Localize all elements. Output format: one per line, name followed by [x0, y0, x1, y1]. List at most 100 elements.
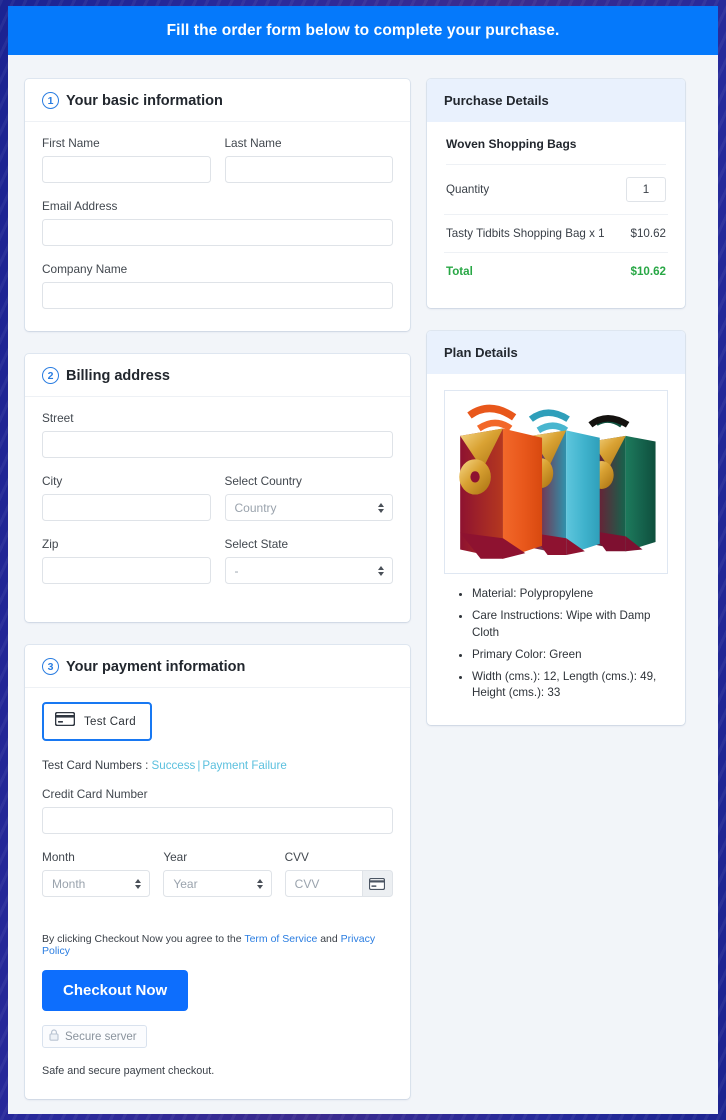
page-body: 1 Your basic information First Name Last… — [8, 55, 718, 1114]
billing-address-header: 2 Billing address — [25, 354, 410, 397]
zip-state-row: Zip Select State - — [42, 537, 393, 600]
year-label: Year — [163, 850, 188, 864]
year-select-wrap: Year — [163, 870, 272, 897]
test-card-failure-link[interactable]: Payment Failure — [202, 759, 286, 772]
product-image — [449, 395, 663, 565]
zip-field-group: Zip — [42, 537, 211, 584]
terms-text: By clicking Checkout Now you agree to th… — [42, 933, 393, 957]
banner-text: Fill the order form below to complete yo… — [166, 21, 560, 39]
zip-label: Zip — [42, 537, 59, 551]
line-item-amount: $10.62 — [630, 227, 666, 240]
state-label: Select State — [224, 537, 289, 551]
quantity-row: Quantity — [444, 165, 668, 215]
first-name-field-group: First Name — [42, 136, 211, 183]
purchase-details-body: Woven Shopping Bags Quantity Tasty Tidbi… — [427, 122, 685, 308]
test-card-success-link[interactable]: Success — [152, 759, 196, 772]
cvv-card-icon — [362, 870, 393, 897]
page-banner: Fill the order form below to complete yo… — [8, 6, 718, 55]
cvv-input-group — [284, 870, 393, 897]
plan-specs-list: Material: Polypropylene Care Instruction… — [444, 586, 668, 702]
country-label: Select Country — [224, 474, 302, 488]
form-column: 1 Your basic information First Name Last… — [25, 79, 410, 1114]
email-input[interactable] — [42, 219, 393, 246]
country-field-group: Select Country Country — [224, 474, 393, 521]
list-item: Primary Color: Green — [472, 647, 668, 664]
plan-details-body: Material: Polypropylene Care Instruction… — [427, 390, 685, 725]
credit-card-icon — [54, 711, 76, 731]
city-label: City — [42, 474, 63, 488]
total-row: Total $10.62 — [444, 253, 668, 290]
year-field-group: Year Year — [163, 850, 272, 897]
zip-input[interactable] — [42, 557, 211, 584]
country-select-wrap: Country — [224, 494, 393, 521]
name-row: First Name Last Name — [42, 136, 393, 199]
state-field-group: Select State - — [224, 537, 393, 584]
purchase-details-header: Purchase Details — [427, 79, 685, 122]
line-item-label: Tasty Tidbits Shopping Bag x 1 — [446, 227, 605, 240]
purchase-details-title: Purchase Details — [444, 93, 549, 108]
payment-information-title: Your payment information — [66, 658, 246, 675]
month-label: Month — [42, 850, 75, 864]
summary-column: Purchase Details Woven Shopping Bags Qua… — [427, 79, 685, 748]
payment-information-card: 3 Your payment information Test Card Tes… — [25, 645, 410, 1099]
payment-information-body: Test Card Test Card Numbers : Success | Pa… — [25, 688, 410, 1099]
product-image-frame — [444, 390, 668, 575]
lock-icon — [49, 1029, 59, 1044]
street-field-group: Street — [42, 411, 393, 458]
billing-address-title: Billing address — [66, 367, 170, 384]
first-name-label: First Name — [42, 136, 100, 150]
city-country-row: City Select Country Country — [42, 474, 393, 537]
cvv-field-group: CVV — [284, 850, 393, 897]
safe-checkout-note: Safe and secure payment checkout. — [42, 1065, 215, 1077]
list-item: Care Instructions: Wipe with Damp Cloth — [472, 608, 668, 642]
test-card-numbers-prefix: Test Card Numbers : — [42, 759, 152, 772]
credit-card-number-input[interactable] — [42, 807, 393, 834]
credit-card-number-group: Credit Card Number — [42, 787, 393, 834]
terms-prefix: By clicking Checkout Now you agree to th… — [42, 933, 245, 945]
total-label: Total — [446, 265, 473, 278]
plan-details-header: Plan Details — [427, 331, 685, 374]
plan-details-title: Plan Details — [444, 345, 518, 360]
street-label: Street — [42, 411, 74, 425]
test-card-tab[interactable]: Test Card — [42, 702, 152, 741]
last-name-field-group: Last Name — [224, 136, 393, 183]
list-item: Width (cms.): 12, Length (cms.): 49, Hei… — [472, 669, 668, 703]
year-select[interactable]: Year — [163, 870, 272, 897]
cvv-label: CVV — [284, 850, 309, 864]
quantity-input[interactable] — [626, 177, 666, 202]
city-input[interactable] — [42, 494, 211, 521]
quantity-label: Quantity — [446, 183, 490, 196]
month-field-group: Month Month — [42, 850, 151, 897]
purchase-product-name: Woven Shopping Bags — [446, 122, 666, 165]
terms-of-service-link[interactable]: Term of Service — [244, 933, 317, 945]
basic-information-body: First Name Last Name Email Address Compa… — [25, 122, 410, 331]
company-name-label: Company Name — [42, 262, 128, 276]
step-number-badge-3: 3 — [42, 658, 59, 675]
email-label: Email Address — [42, 199, 118, 213]
billing-address-body: Street City Select Country Country Zip S… — [25, 397, 410, 622]
country-select[interactable]: Country — [224, 494, 393, 521]
basic-information-header: 1 Your basic information — [25, 79, 410, 122]
total-amount: $10.62 — [630, 265, 666, 278]
company-name-input[interactable] — [42, 282, 393, 309]
line-item-row: Tasty Tidbits Shopping Bag x 1 $10.62 — [444, 215, 668, 253]
state-select[interactable]: - — [224, 557, 393, 584]
street-input[interactable] — [42, 431, 393, 458]
month-select[interactable]: Month — [42, 870, 151, 897]
page-frame: Fill the order form below to complete yo… — [0, 0, 726, 1120]
basic-information-title: Your basic information — [66, 92, 223, 109]
plan-details-panel: Plan Details • Material: Polypropylene •… — [427, 331, 685, 726]
cvv-input[interactable] — [284, 870, 363, 897]
payment-information-header: 3 Your payment information — [25, 645, 410, 688]
last-name-input[interactable] — [224, 156, 393, 183]
secure-server-label: Secure server — [65, 1030, 137, 1043]
purchase-details-panel: Purchase Details Woven Shopping Bags Qua… — [427, 79, 685, 308]
test-card-tab-label: Test Card — [84, 715, 136, 728]
billing-address-card: 2 Billing address Street City Select Cou… — [25, 354, 410, 622]
test-card-link-separator: | — [197, 759, 201, 772]
step-number-badge-2: 2 — [42, 367, 59, 384]
checkout-now-button[interactable]: Checkout Now — [42, 970, 189, 1011]
company-field-group: Company Name — [42, 262, 393, 309]
first-name-input[interactable] — [42, 156, 211, 183]
list-item: Material: Polypropylene — [472, 586, 668, 603]
